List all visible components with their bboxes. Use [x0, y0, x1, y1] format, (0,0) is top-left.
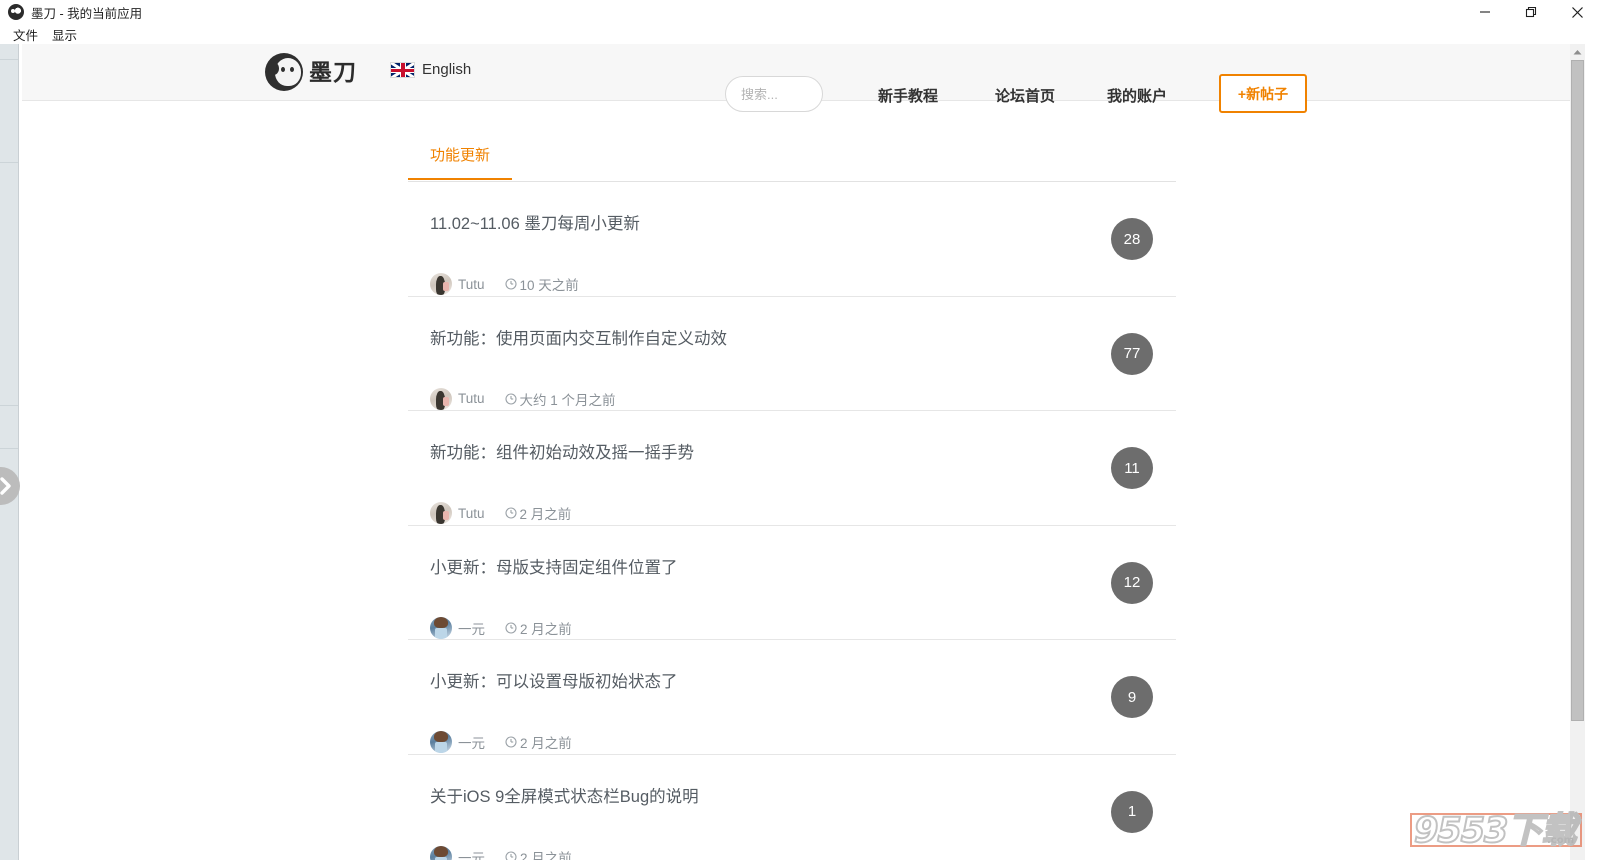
search-input[interactable] [725, 76, 823, 112]
minimize-icon[interactable] [1462, 0, 1508, 24]
status-badge: 77 [1111, 332, 1153, 375]
menu-item-file[interactable]: 文件 [6, 25, 45, 44]
post-meta: 一元 2 月之前 [430, 616, 572, 639]
post-time: 2 月之前 [520, 850, 572, 860]
post-title[interactable]: 11.02~11.06 墨刀每周小更新 [430, 215, 1176, 235]
clock-icon [505, 850, 517, 860]
post-title[interactable]: 新功能：组件初始动效及摇一摇手势 [430, 444, 1176, 464]
status-badge: 9 [1111, 676, 1153, 718]
post-time-group: 10 天之前 [504, 274, 579, 294]
post-meta: 一元 2 月之前 [430, 731, 572, 753]
web-page: 墨刀 English 新手教程 论坛首页 我的账户 +新帖子 功能更新 11.0… [22, 44, 1585, 860]
language-switcher[interactable]: English [390, 61, 471, 78]
post-time: 2 月之前 [519, 507, 572, 522]
brand-name: 墨刀 [309, 58, 357, 85]
status-badge: 1 [1111, 790, 1153, 833]
nav-link-tutorial[interactable]: 新手教程 [878, 85, 938, 106]
avatar [430, 616, 452, 639]
post-author[interactable]: 一元 [458, 847, 485, 860]
status-badge: 28 [1111, 218, 1153, 260]
window-title: 墨刀 - 我的当前应用 [31, 6, 143, 21]
post-time-group: 大约 1 个月之前 [504, 389, 616, 409]
window-titlebar: 墨刀 - 我的当前应用 [0, 0, 1600, 24]
moke-brand-icon [265, 53, 303, 91]
status-badge: 11 [1111, 447, 1153, 489]
clock-icon [504, 507, 517, 519]
table-row[interactable]: 新功能：使用页面内交互制作自定义动效 Tutu 大约 1 个月之前 77 [408, 297, 1176, 411]
post-time: 大约 1 个月之前 [519, 392, 616, 408]
table-row[interactable]: 小更新：可以设置母版初始状态了 一元 2 月之前 9 [408, 640, 1176, 755]
window-controls [1462, 0, 1600, 24]
post-time: 10 天之前 [519, 278, 579, 293]
tab-feature-updates[interactable]: 功能更新 [407, 144, 513, 180]
watermark-suffix: .com [1546, 835, 1574, 846]
post-author[interactable]: 一元 [458, 732, 485, 752]
clock-icon [505, 736, 517, 748]
language-label: English [422, 61, 472, 78]
post-title[interactable]: 小更新：可以设置母版初始状态了 [430, 673, 1176, 693]
caret-up-icon[interactable] [1570, 44, 1585, 60]
post-time-group: 2 月之前 [505, 732, 572, 752]
post-title[interactable]: 小更新：母版支持固定组件位置了 [430, 559, 1176, 579]
post-author[interactable]: Tutu [458, 277, 485, 292]
site-header: 墨刀 English 新手教程 论坛首页 我的账户 +新帖子 [22, 44, 1585, 113]
clock-icon [504, 278, 517, 290]
avatar [430, 731, 452, 753]
scrollbar[interactable] [1570, 44, 1585, 860]
post-meta: 一元 2 月之前 [430, 845, 572, 860]
avatar [430, 502, 452, 524]
watermark: 9553下载 .com [1410, 810, 1582, 852]
clock-icon [504, 392, 517, 405]
chevron-right-icon [0, 477, 11, 495]
post-list: 11.02~11.06 墨刀每周小更新 Tutu 10 天之前 28 新功能：使… [408, 182, 1176, 860]
post-time-group: 2 月之前 [505, 847, 572, 860]
table-row[interactable]: 新功能：组件初始动效及摇一摇手势 Tutu 2 月之前 11 [408, 411, 1176, 526]
table-row[interactable]: 小更新：母版支持固定组件位置了 一元 2 月之前 12 [408, 526, 1176, 640]
new-post-button[interactable]: +新帖子 [1219, 74, 1307, 113]
post-time: 2 月之前 [520, 736, 572, 751]
nav-link-my-account[interactable]: 我的账户 [1107, 85, 1167, 106]
post-author[interactable]: Tutu [458, 391, 485, 406]
left-strip-divider [18, 44, 19, 860]
post-meta: Tutu 10 天之前 [430, 273, 579, 295]
left-dock-strip [0, 44, 18, 860]
post-title[interactable]: 关于iOS 9全屏模式状态栏Bug的说明 [430, 788, 1176, 808]
uk-flag-icon [390, 61, 415, 78]
avatar [430, 387, 452, 410]
post-author[interactable]: Tutu [458, 506, 485, 521]
app-body: 墨刀 English 新手教程 论坛首页 我的账户 +新帖子 功能更新 11.0… [0, 44, 1600, 860]
tab-bar: 功能更新 [407, 139, 1176, 182]
table-row[interactable]: 关于iOS 9全屏模式状态栏Bug的说明 一元 2 月之前 1 [408, 755, 1176, 860]
post-time-group: 2 月之前 [505, 618, 572, 638]
clock-icon [505, 621, 517, 634]
brand-logo[interactable]: 墨刀 [265, 53, 357, 91]
nav-link-forum-home[interactable]: 论坛首页 [995, 85, 1055, 106]
post-meta: Tutu 大约 1 个月之前 [430, 387, 616, 410]
table-row[interactable]: 11.02~11.06 墨刀每周小更新 Tutu 10 天之前 28 [408, 182, 1176, 297]
post-time-group: 2 月之前 [504, 503, 572, 523]
scrollbar-thumb[interactable] [1571, 60, 1584, 721]
post-meta: Tutu 2 月之前 [430, 502, 571, 524]
menu-item-view[interactable]: 显示 [45, 25, 84, 44]
moke-logo-icon [8, 4, 24, 20]
post-author[interactable]: 一元 [458, 618, 485, 638]
maximize-icon[interactable] [1508, 0, 1554, 24]
avatar [430, 273, 452, 295]
avatar [430, 845, 452, 860]
menubar: 文件 显示 [0, 24, 1600, 44]
post-title[interactable]: 新功能：使用页面内交互制作自定义动效 [430, 330, 1176, 350]
post-time: 2 月之前 [520, 621, 572, 637]
status-badge: 12 [1111, 561, 1153, 604]
close-icon[interactable] [1554, 0, 1600, 24]
